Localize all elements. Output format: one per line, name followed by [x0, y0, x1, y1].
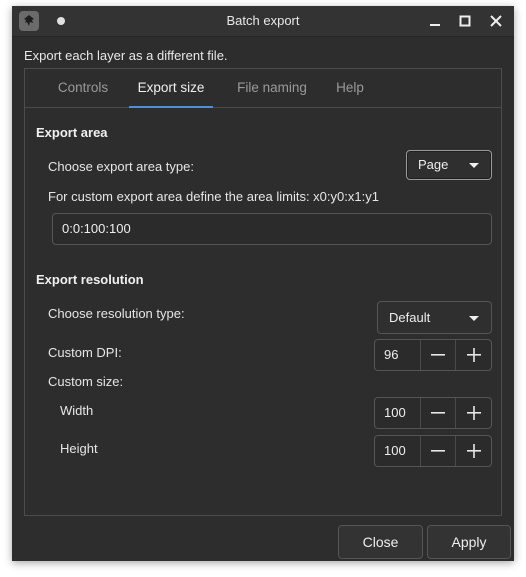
plus-icon: [466, 348, 481, 362]
apply-button[interactable]: Apply: [427, 525, 511, 559]
increment-dpi-button[interactable]: [455, 340, 491, 370]
height-value[interactable]: 100: [375, 436, 420, 466]
minus-icon: [430, 354, 445, 356]
dialog-description: Export each layer as a different file.: [24, 48, 228, 63]
export-area-type-label: Choose export area type:: [48, 159, 194, 174]
plus-icon: [466, 406, 481, 420]
increment-width-button[interactable]: [455, 398, 491, 428]
width-label: Width: [60, 403, 94, 418]
minimize-icon[interactable]: [424, 10, 446, 32]
close-icon[interactable]: [485, 10, 507, 32]
tab-help[interactable]: Help: [327, 69, 373, 107]
increment-height-button[interactable]: [455, 436, 491, 466]
width-spinbox[interactable]: 100: [374, 397, 492, 429]
export-resolution-heading: Export resolution: [36, 272, 144, 287]
chevron-down-icon: [469, 316, 479, 321]
tab-controls[interactable]: Controls: [45, 69, 121, 107]
maximize-icon[interactable]: [454, 10, 476, 32]
height-spinbox[interactable]: 100: [374, 435, 492, 467]
chevron-down-icon: [469, 163, 479, 168]
close-button[interactable]: Close: [338, 525, 423, 559]
resolution-type-combo[interactable]: Default: [377, 301, 492, 334]
settings-panel: Controls Export size File naming Help Ex…: [24, 68, 502, 516]
height-label: Height: [60, 441, 98, 456]
resolution-type-value: Default: [389, 310, 431, 325]
batch-export-window: Batch export Export each layer as a diff…: [12, 6, 514, 561]
custom-size-label: Custom size:: [48, 374, 124, 389]
custom-dpi-value[interactable]: 96: [375, 340, 420, 370]
minus-icon: [430, 450, 445, 452]
export-area-type-combo[interactable]: Page: [406, 150, 492, 180]
custom-dpi-label: Custom DPI:: [48, 345, 122, 360]
tab-bar: Controls Export size File naming Help: [25, 69, 501, 108]
export-area-heading: Export area: [36, 125, 108, 140]
tab-export-size[interactable]: Export size: [129, 69, 213, 108]
resolution-type-label: Choose resolution type:: [48, 306, 185, 321]
decrement-height-button[interactable]: [419, 436, 456, 466]
minus-icon: [430, 412, 445, 414]
export-area-type-value: Page: [418, 157, 449, 172]
width-value[interactable]: 100: [375, 398, 420, 428]
custom-area-input[interactable]: 0:0:100:100: [52, 213, 492, 245]
custom-dpi-spinbox[interactable]: 96: [374, 339, 492, 371]
tab-file-naming[interactable]: File naming: [229, 69, 315, 107]
decrement-dpi-button[interactable]: [419, 340, 456, 370]
plus-icon: [466, 444, 481, 458]
custom-area-label: For custom export area define the area l…: [48, 189, 379, 204]
title-bar[interactable]: Batch export: [12, 6, 514, 37]
decrement-width-button[interactable]: [419, 398, 456, 428]
